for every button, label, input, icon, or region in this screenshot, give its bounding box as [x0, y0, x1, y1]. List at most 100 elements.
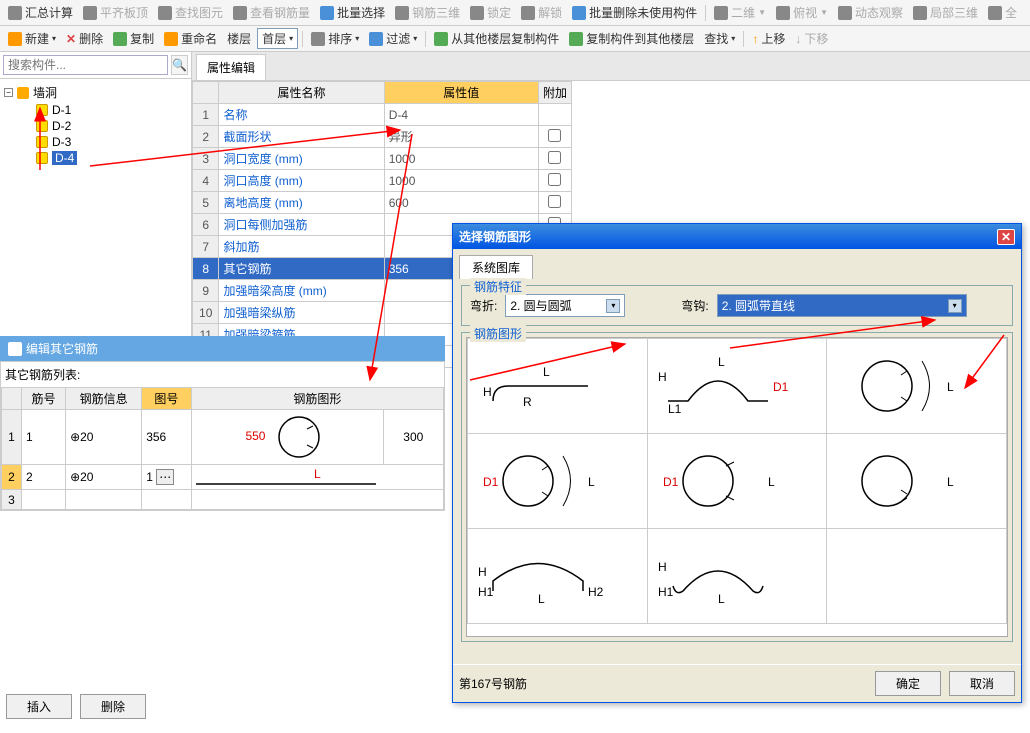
svg-text:D1: D1 — [483, 475, 499, 489]
property-row[interactable]: 2截面形状异形 — [193, 126, 572, 148]
shape-cell[interactable]: LD1 — [647, 434, 827, 529]
list-row[interactable]: 1 1 ⊕20 356 550 300 — [2, 410, 444, 465]
delete-row-button[interactable]: 删除 — [80, 694, 146, 719]
svg-text:L: L — [718, 592, 725, 606]
local-3d-button[interactable]: 局部三维 — [909, 2, 982, 23]
chevron-down-icon: ▾ — [948, 299, 962, 313]
batch-select-button[interactable]: 批量选择 — [316, 2, 389, 23]
rebar-list-table[interactable]: 筋号 钢筋信息 图号 钢筋图形 1 1 ⊕20 356 550 300 2 2 … — [1, 387, 444, 510]
shape-cell[interactable]: L — [827, 339, 1007, 434]
svg-text:H: H — [658, 370, 667, 384]
up-button[interactable]: ↑上移 — [748, 28, 789, 49]
tree-item-d3[interactable]: D-3 — [4, 134, 187, 150]
list-row-empty[interactable]: 3 — [2, 490, 444, 510]
tree-item-d2[interactable]: D-2 — [4, 118, 187, 134]
delete-button[interactable]: ✕删除 — [62, 28, 107, 49]
property-row[interactable]: 5离地高度 (mm)600 — [193, 192, 572, 214]
view-rebar-button[interactable]: 查看钢筋量 — [229, 2, 314, 23]
svg-text:H2: H2 — [588, 585, 604, 599]
shape-cell[interactable]: D1L — [468, 434, 648, 529]
main-toolbar-2: 新建 ▾ ✕删除 复制 重命名 楼层 首层 ▾ 排序 ▾ 过滤 ▾ 从其他楼层复… — [0, 26, 1030, 52]
shape-cell[interactable]: HLR — [468, 339, 648, 434]
svg-text:L1: L1 — [668, 402, 682, 416]
edit-buttons: 插入 删除 — [0, 688, 152, 725]
lock-button[interactable]: 锁定 — [466, 2, 515, 23]
svg-text:L: L — [947, 380, 954, 394]
shape-cell[interactable] — [827, 529, 1007, 624]
svg-text:H: H — [658, 560, 667, 574]
batch-delete-button[interactable]: 批量删除未使用构件 — [568, 2, 701, 23]
edit-header: 编辑其它钢筋 — [0, 336, 445, 361]
property-row[interactable]: 3洞口宽度 (mm)1000 — [193, 148, 572, 170]
svg-text:L: L — [947, 475, 954, 489]
tab-system-lib[interactable]: 系统图库 — [459, 255, 533, 279]
hook-label: 弯钩: — [681, 297, 708, 314]
shape-cell[interactable]: HL1LD1 — [647, 339, 827, 434]
floor-combo[interactable]: 首层 ▾ — [257, 28, 298, 49]
copy-button[interactable]: 复制 — [109, 28, 158, 49]
sort-button[interactable]: 排序 ▾ — [307, 28, 363, 49]
svg-text:L: L — [718, 355, 725, 369]
view-2d-button[interactable]: 二维▼ — [710, 2, 770, 23]
browse-button[interactable]: ⋯ — [156, 469, 174, 485]
main-toolbar-1: 汇总计算 平齐板顶 查找图元 查看钢筋量 批量选择 钢筋三维 锁定 解锁 批量删… — [0, 0, 1030, 26]
rebar-feature-group: 钢筋特征 弯折: 2. 圆与圆弧▾ 弯钩: 2. 圆弧带直线▾ — [461, 285, 1013, 326]
extra-checkbox[interactable] — [548, 173, 561, 186]
copy-from-button[interactable]: 从其他楼层复制构件 — [430, 28, 563, 49]
svg-text:L: L — [768, 475, 775, 489]
folder-icon — [17, 87, 29, 99]
header-extra: 附加 — [538, 82, 571, 104]
svg-text:L: L — [538, 592, 545, 606]
extra-checkbox[interactable] — [548, 151, 561, 164]
svg-text:H: H — [478, 565, 487, 579]
property-row[interactable]: 1名称D-4 — [193, 104, 572, 126]
find-elem-button[interactable]: 查找图元 — [154, 2, 227, 23]
shape-cell[interactable]: HH1L — [647, 529, 827, 624]
calc-button[interactable]: 汇总计算 — [4, 2, 77, 23]
shape-grid[interactable]: HLR HL1LD1 L D1L LD1 L HH1LH2 HH1L — [466, 337, 1008, 637]
shape-cell[interactable]: H H1 L H2 — [468, 529, 648, 624]
tree-item-d1[interactable]: D-1 — [4, 102, 187, 118]
copy-to-button[interactable]: 复制构件到其他楼层 — [565, 28, 698, 49]
bend-combo[interactable]: 2. 圆与圆弧▾ — [505, 294, 625, 317]
collapse-icon[interactable]: − — [4, 88, 13, 97]
filter-button[interactable]: 过滤 ▾ — [365, 28, 421, 49]
dynamic-button[interactable]: 动态观察 — [834, 2, 907, 23]
bend-label: 弯折: — [470, 297, 497, 314]
rename-button[interactable]: 重命名 — [160, 28, 221, 49]
rebar-3d-button[interactable]: 钢筋三维 — [391, 2, 464, 23]
tree-root-label: 墙洞 — [33, 84, 57, 101]
close-icon[interactable]: ✕ — [997, 229, 1015, 245]
svg-text:L: L — [543, 365, 550, 379]
find-button[interactable]: 查找 ▾ — [700, 28, 739, 49]
search-button[interactable]: 🔍 — [171, 55, 188, 75]
header-value: 属性值 — [384, 82, 538, 104]
extra-checkbox[interactable] — [548, 195, 561, 208]
new-button[interactable]: 新建 ▾ — [4, 28, 60, 49]
shape-cell[interactable]: L — [827, 434, 1007, 529]
align-button[interactable]: 平齐板顶 — [79, 2, 152, 23]
tree-root[interactable]: − 墙洞 — [4, 83, 187, 102]
item-icon — [36, 136, 48, 148]
hook-combo[interactable]: 2. 圆弧带直线▾ — [717, 294, 967, 317]
all-button[interactable]: 全 — [984, 2, 1021, 23]
unlock-button[interactable]: 解锁 — [517, 2, 566, 23]
tree-item-d4[interactable]: D-4 — [4, 150, 187, 166]
dialog-titlebar[interactable]: 选择钢筋图形 ✕ — [453, 224, 1021, 249]
view-down-button[interactable]: 俯视▼ — [772, 2, 832, 23]
tab-property[interactable]: 属性编辑 — [196, 54, 266, 80]
extra-checkbox[interactable] — [548, 129, 561, 142]
list-row[interactable]: 2 2 ⊕20 1 ⋯ L — [2, 465, 444, 490]
svg-text:H1: H1 — [478, 585, 494, 599]
search-input[interactable] — [3, 55, 168, 75]
insert-button[interactable]: 插入 — [6, 694, 72, 719]
down-button[interactable]: ↓下移 — [791, 28, 832, 49]
status-label: 第167号钢筋 — [459, 675, 527, 692]
component-tree[interactable]: − 墙洞 D-1 D-2 D-3 D-4 — [0, 79, 191, 352]
rebar-shape-group: 钢筋图形 HLR HL1LD1 L D1L LD1 L HH1LH2 — [461, 332, 1013, 642]
ok-button[interactable]: 确定 — [875, 671, 941, 696]
svg-text:R: R — [523, 395, 532, 409]
item-icon — [36, 120, 48, 132]
cancel-button[interactable]: 取消 — [949, 671, 1015, 696]
property-row[interactable]: 4洞口高度 (mm)1000 — [193, 170, 572, 192]
